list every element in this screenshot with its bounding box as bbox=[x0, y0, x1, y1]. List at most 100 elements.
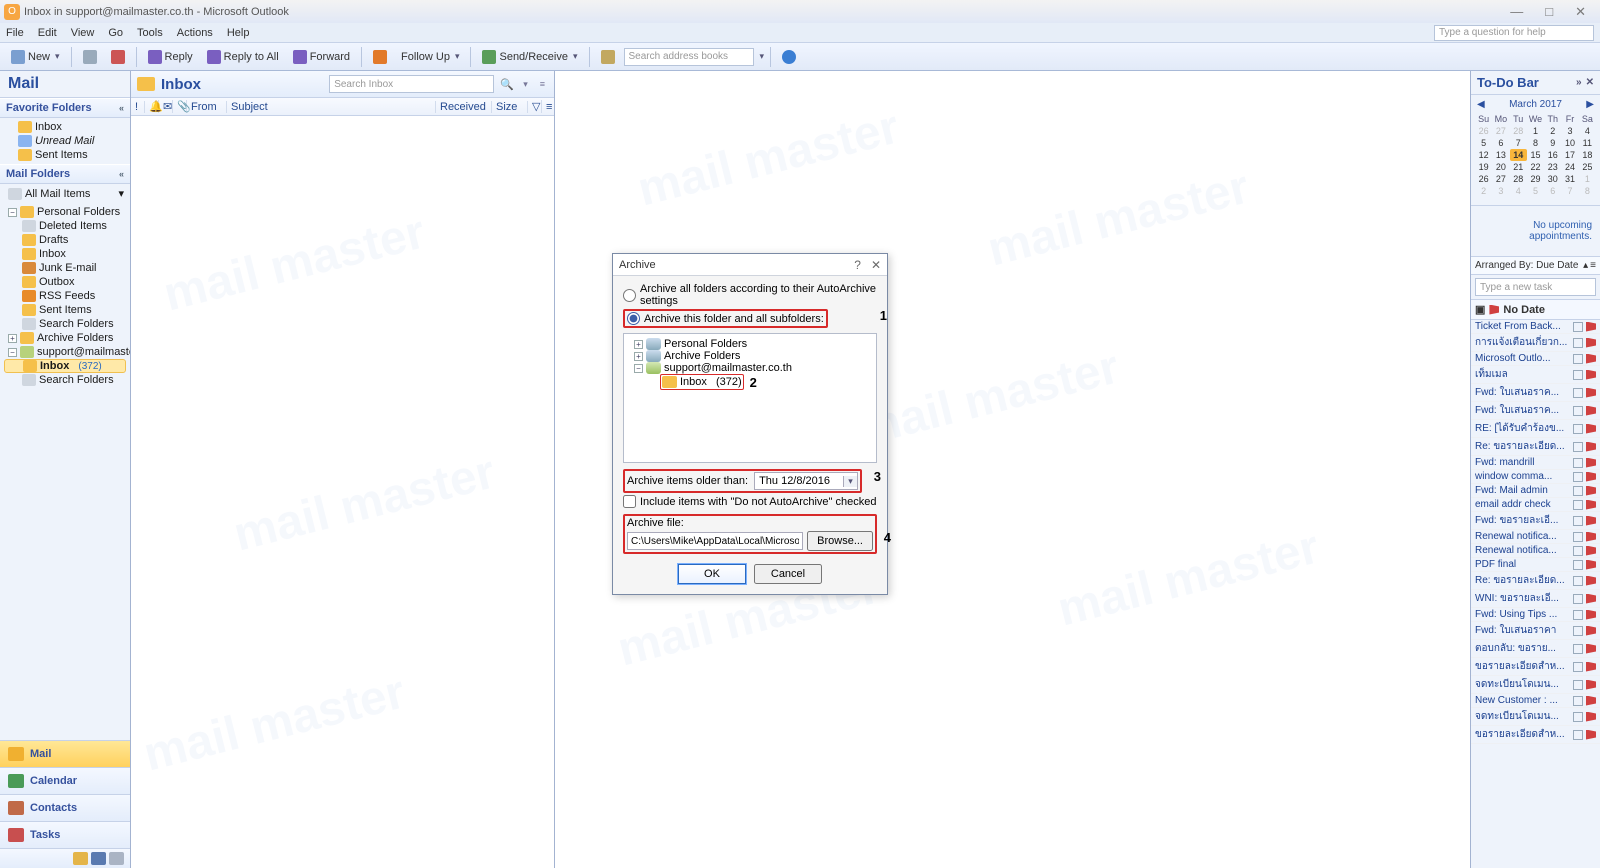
ok-button[interactable]: OK bbox=[678, 564, 746, 584]
flag-icon[interactable] bbox=[1586, 472, 1596, 482]
tree-rss[interactable]: RSS Feeds bbox=[4, 289, 126, 303]
tree-account[interactable]: −support@mailmaster.co.th bbox=[4, 345, 126, 359]
task-checkbox[interactable] bbox=[1573, 406, 1583, 416]
sendreceive-button[interactable]: Send/Receive▾ bbox=[477, 48, 582, 66]
dialog-help-button[interactable]: ? bbox=[854, 258, 861, 272]
mini-shortcuts-icon[interactable] bbox=[91, 852, 106, 865]
task-checkbox[interactable] bbox=[1573, 594, 1583, 604]
task-item[interactable]: Re: ขอรายละเอียด... bbox=[1471, 438, 1600, 456]
nav-calendar[interactable]: Calendar bbox=[0, 768, 130, 795]
flag-icon[interactable] bbox=[1586, 576, 1596, 586]
followup-button[interactable]: Follow Up▾ bbox=[396, 49, 464, 65]
task-checkbox[interactable] bbox=[1573, 472, 1583, 482]
flag-icon[interactable] bbox=[1586, 696, 1596, 706]
col-from[interactable]: From bbox=[187, 101, 227, 113]
task-item[interactable]: เท็มเมล bbox=[1471, 366, 1600, 384]
calendar-table[interactable]: SuMoTuWeThFrSa26272812345678910111213141… bbox=[1475, 113, 1596, 197]
task-checkbox[interactable] bbox=[1573, 712, 1583, 722]
task-item[interactable]: Fwd: Using Tips ... bbox=[1471, 608, 1600, 622]
dialog-tree-inbox[interactable]: Inbox (372) bbox=[660, 374, 744, 390]
task-item[interactable]: Microsoft Outlo... bbox=[1471, 352, 1600, 366]
task-item[interactable]: Re: ขอรายละเอียด... bbox=[1471, 572, 1600, 590]
replyall-button[interactable]: Reply to All bbox=[202, 48, 284, 66]
flag-icon[interactable] bbox=[1586, 712, 1596, 722]
task-item[interactable]: New Customer : ... bbox=[1471, 694, 1600, 708]
task-checkbox[interactable] bbox=[1573, 610, 1583, 620]
mini-folder-icon[interactable] bbox=[73, 852, 88, 865]
search-dropdown[interactable]: ▾ bbox=[760, 51, 765, 62]
search-inbox-input[interactable]: Search Inbox bbox=[329, 75, 494, 93]
task-checkbox[interactable] bbox=[1573, 576, 1583, 586]
nav-mail[interactable]: Mail bbox=[0, 741, 130, 768]
dialog-close-button[interactable]: ✕ bbox=[871, 258, 881, 272]
cal-prev[interactable]: ◀ bbox=[1477, 99, 1485, 110]
flag-icon[interactable] bbox=[1586, 322, 1596, 332]
flag-icon[interactable] bbox=[1586, 516, 1596, 526]
tree-archive-folders[interactable]: +Archive Folders bbox=[4, 331, 126, 345]
find-contact-button[interactable] bbox=[596, 48, 620, 66]
task-checkbox[interactable] bbox=[1573, 370, 1583, 380]
tree-deleted[interactable]: Deleted Items bbox=[4, 219, 126, 233]
task-checkbox[interactable] bbox=[1573, 424, 1583, 434]
tree-outbox[interactable]: Outbox bbox=[4, 275, 126, 289]
task-item[interactable]: Fwd: ใบเสนอราค... bbox=[1471, 384, 1600, 402]
task-checkbox[interactable] bbox=[1573, 442, 1583, 452]
nav-contacts[interactable]: Contacts bbox=[0, 795, 130, 822]
flag-icon[interactable] bbox=[1586, 370, 1596, 380]
task-item[interactable]: การแจ้งเตือนเกี่ยวก... bbox=[1471, 334, 1600, 352]
mail-folders-header[interactable]: Mail Folders« bbox=[0, 164, 130, 184]
task-checkbox[interactable] bbox=[1573, 662, 1583, 672]
task-item[interactable]: Fwd: Mail admin bbox=[1471, 484, 1600, 498]
flag-icon[interactable] bbox=[1586, 338, 1596, 348]
menu-help[interactable]: Help bbox=[227, 27, 250, 39]
task-item[interactable]: จดทะเบียนโดเมน... bbox=[1471, 676, 1600, 694]
col-importance[interactable]: ! bbox=[131, 101, 145, 113]
reply-button[interactable]: Reply bbox=[143, 48, 198, 66]
task-item[interactable]: ขอรายละเอียดสำห... bbox=[1471, 658, 1600, 676]
task-item[interactable]: Fwd: ใบเสนอราคา bbox=[1471, 622, 1600, 640]
flag-icon[interactable] bbox=[1586, 354, 1596, 364]
task-checkbox[interactable] bbox=[1573, 680, 1583, 690]
older-than-date[interactable]: ▾ bbox=[754, 472, 858, 490]
task-checkbox[interactable] bbox=[1573, 322, 1583, 332]
help-button[interactable] bbox=[777, 48, 801, 66]
minimize-button[interactable]: — bbox=[1506, 4, 1527, 20]
task-item[interactable]: window comma... bbox=[1471, 470, 1600, 484]
task-item[interactable]: Ticket From Back... bbox=[1471, 320, 1600, 334]
menu-tools[interactable]: Tools bbox=[137, 27, 163, 39]
print-button[interactable] bbox=[78, 48, 102, 66]
include-noarchive-checkbox[interactable]: Include items with "Do not AutoArchive" … bbox=[623, 495, 877, 508]
radio-archive-this[interactable]: Archive this folder and all subfolders: bbox=[623, 308, 877, 329]
fav-unread[interactable]: Unread Mail bbox=[4, 134, 126, 148]
cal-next[interactable]: ▶ bbox=[1586, 99, 1594, 110]
nav-tasks[interactable]: Tasks bbox=[0, 822, 130, 849]
fav-sent[interactable]: Sent Items bbox=[4, 148, 126, 162]
task-checkbox[interactable] bbox=[1573, 388, 1583, 398]
flag-icon[interactable] bbox=[1586, 680, 1596, 690]
todobar-close[interactable]: ✕ bbox=[1586, 77, 1594, 88]
task-checkbox[interactable] bbox=[1573, 458, 1583, 468]
search-scope-dropdown[interactable]: ▾ bbox=[520, 79, 531, 90]
new-task-input[interactable]: Type a new task bbox=[1475, 278, 1596, 296]
col-reminder[interactable]: 🔔 bbox=[145, 100, 159, 113]
task-checkbox[interactable] bbox=[1573, 644, 1583, 654]
menu-view[interactable]: View bbox=[71, 27, 95, 39]
task-checkbox[interactable] bbox=[1573, 354, 1583, 364]
task-item[interactable]: จดทะเบียนโดเมน... bbox=[1471, 708, 1600, 726]
flag-icon[interactable] bbox=[1586, 500, 1596, 510]
search-icon[interactable]: 🔍 bbox=[500, 78, 514, 91]
fav-inbox[interactable]: Inbox bbox=[4, 120, 126, 134]
flag-icon[interactable] bbox=[1586, 406, 1596, 416]
task-item[interactable]: Fwd: ใบเสนอราค... bbox=[1471, 402, 1600, 420]
date-dropdown-icon[interactable]: ▾ bbox=[843, 476, 857, 487]
flag-icon[interactable] bbox=[1586, 626, 1596, 636]
arrange-by[interactable]: Arranged By: Due Date▴≡ bbox=[1471, 257, 1600, 275]
tree-personal-folders[interactable]: −Personal Folders bbox=[4, 205, 126, 219]
col-options[interactable]: ≡ bbox=[542, 101, 554, 113]
flag-icon[interactable] bbox=[1586, 424, 1596, 434]
tree-account-inbox[interactable]: Inbox (372) bbox=[4, 359, 126, 373]
task-item[interactable]: Renewal notifica... bbox=[1471, 544, 1600, 558]
maximize-button[interactable]: □ bbox=[1541, 4, 1557, 20]
list-options-dropdown[interactable]: ≡ bbox=[537, 79, 548, 89]
col-icon[interactable]: ✉ bbox=[159, 100, 173, 113]
